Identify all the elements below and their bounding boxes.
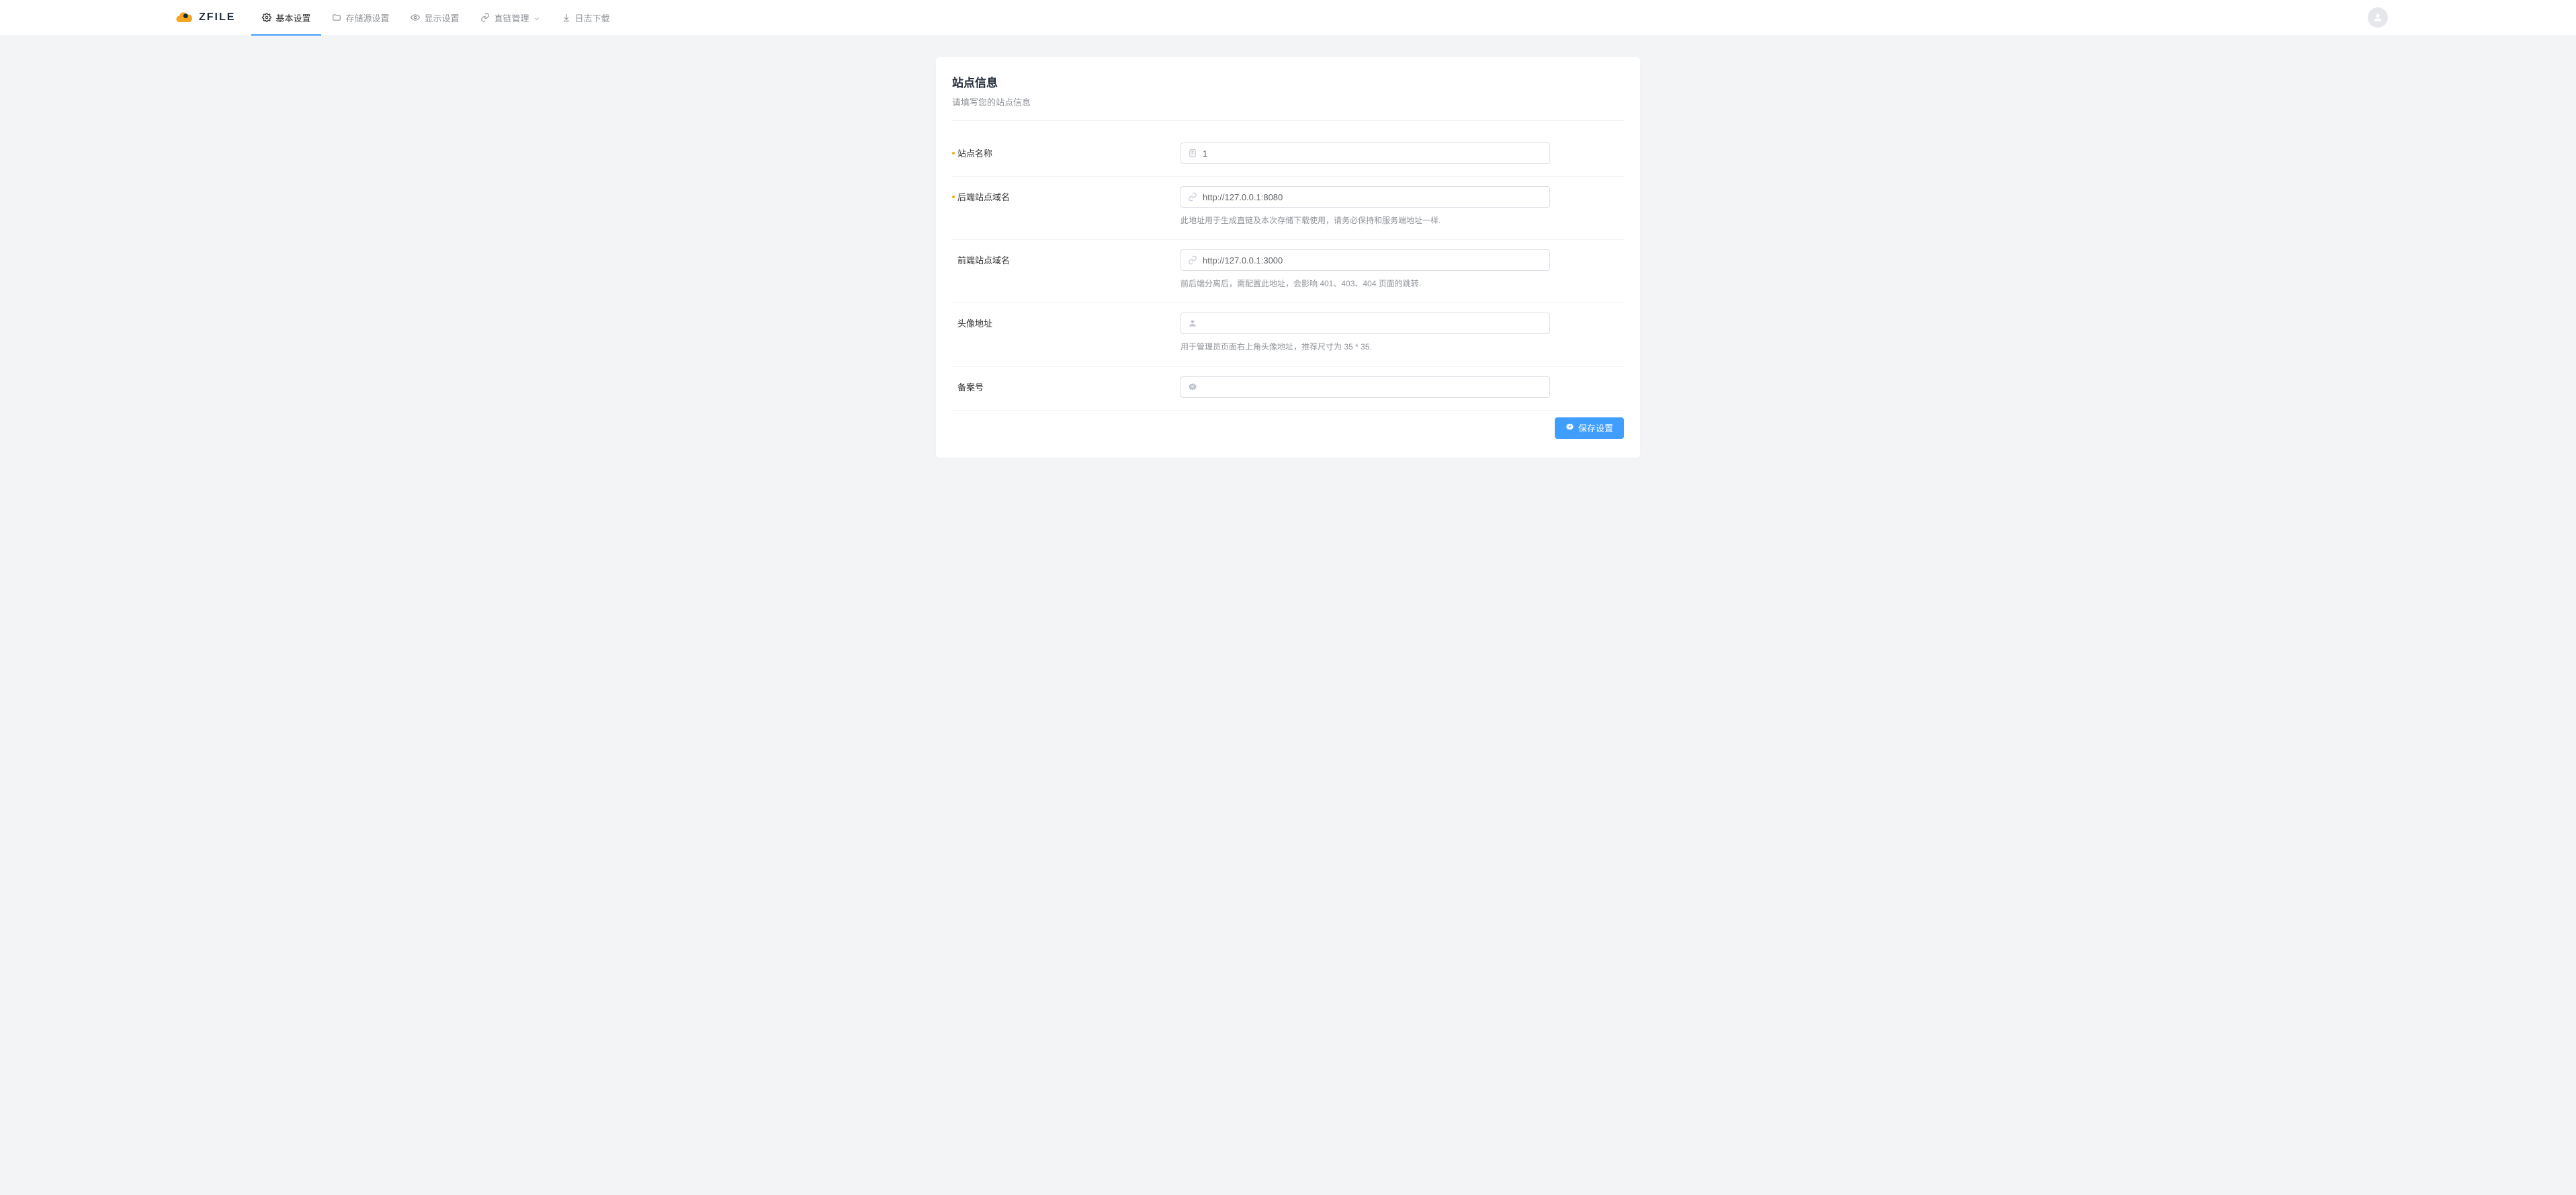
avatar[interactable]	[2368, 7, 2388, 28]
nav-basic-settings[interactable]: 基本设置	[251, 0, 321, 35]
frontend-url-input[interactable]	[1203, 250, 1543, 270]
eye-icon	[411, 13, 420, 22]
label-beian: 备案号	[952, 376, 1180, 393]
link-icon	[1188, 255, 1197, 265]
nav-item-label: 显示设置	[424, 11, 459, 24]
label-avatar-url: 头像地址	[952, 313, 1180, 329]
help-backend-url: 此地址用于生成直链及本次存储下载使用，请务必保持和服务端地址一样.	[1180, 214, 1550, 227]
nav-display-settings[interactable]: 显示设置	[400, 0, 470, 35]
help-avatar-url: 用于管理员页面右上角头像地址，推荐尺寸为 35 * 35.	[1180, 341, 1550, 354]
nav-item-label: 基本设置	[275, 11, 310, 24]
folder-icon	[332, 13, 341, 22]
divider	[952, 120, 1624, 121]
section-desc: 请填写您的站点信息	[952, 95, 1624, 108]
nav-item-label: 直链管理	[494, 11, 529, 24]
nav-item-label: 存储源设置	[345, 11, 389, 24]
chevron-down-icon	[533, 14, 540, 21]
row-site-name: 站点名称	[952, 133, 1624, 177]
document-icon	[1188, 149, 1197, 158]
logo-text: ZFILE	[199, 11, 235, 24]
user-icon	[2372, 12, 2383, 23]
app-header: ZFILE 基本设置 存储源设置 显示设置 直链管理	[0, 0, 2576, 36]
row-frontend-url: 前端站点域名 前后端分离后，需配置此地址，会影响 401、403、404 页面的…	[952, 240, 1624, 303]
section-title: 站点信息	[952, 73, 1624, 90]
beian-input[interactable]	[1203, 377, 1543, 397]
required-dot-icon	[952, 152, 955, 155]
help-frontend-url: 前后端分离后，需配置此地址，会影响 401、403、404 页面的跳转.	[1180, 278, 1550, 290]
link-icon	[1188, 192, 1197, 202]
nav-storage-settings[interactable]: 存储源设置	[321, 0, 400, 35]
row-backend-url: 后端站点域名 此地址用于生成直链及本次存储下载使用，请务必保持和服务端地址一样.	[952, 177, 1624, 240]
cloud-icon	[175, 8, 194, 27]
save-button-label: 保存设置	[1578, 421, 1613, 434]
backend-url-input[interactable]	[1203, 187, 1543, 207]
nav-log-download[interactable]: 日志下载	[551, 0, 621, 35]
badge-check-icon	[1565, 423, 1574, 434]
link-icon	[480, 13, 490, 22]
logo[interactable]: ZFILE	[175, 8, 235, 27]
label-backend-url: 后端站点域名	[952, 186, 1180, 203]
required-dot-icon	[952, 196, 955, 198]
row-avatar-url: 头像地址 用于管理员页面右上角头像地址，推荐尺寸为 35 * 35.	[952, 303, 1624, 366]
label-frontend-url: 前端站点域名	[952, 249, 1180, 266]
badge-check-icon	[1188, 382, 1197, 392]
form-actions: 保存设置	[952, 411, 1624, 439]
row-beian: 备案号	[952, 367, 1624, 411]
nav-item-label: 日志下载	[575, 11, 610, 24]
label-site-name: 站点名称	[952, 142, 1180, 159]
site-name-input[interactable]	[1203, 143, 1543, 163]
save-button[interactable]: 保存设置	[1555, 417, 1624, 439]
top-nav: 基本设置 存储源设置 显示设置 直链管理	[251, 0, 620, 35]
avatar-url-input[interactable]	[1203, 313, 1543, 333]
nav-directlink-manage[interactable]: 直链管理	[470, 0, 550, 35]
user-icon	[1188, 319, 1197, 328]
settings-card: 站点信息 请填写您的站点信息 站点名称 后端站点域名	[936, 57, 1640, 458]
download-icon	[562, 13, 571, 22]
gear-icon	[262, 13, 271, 22]
